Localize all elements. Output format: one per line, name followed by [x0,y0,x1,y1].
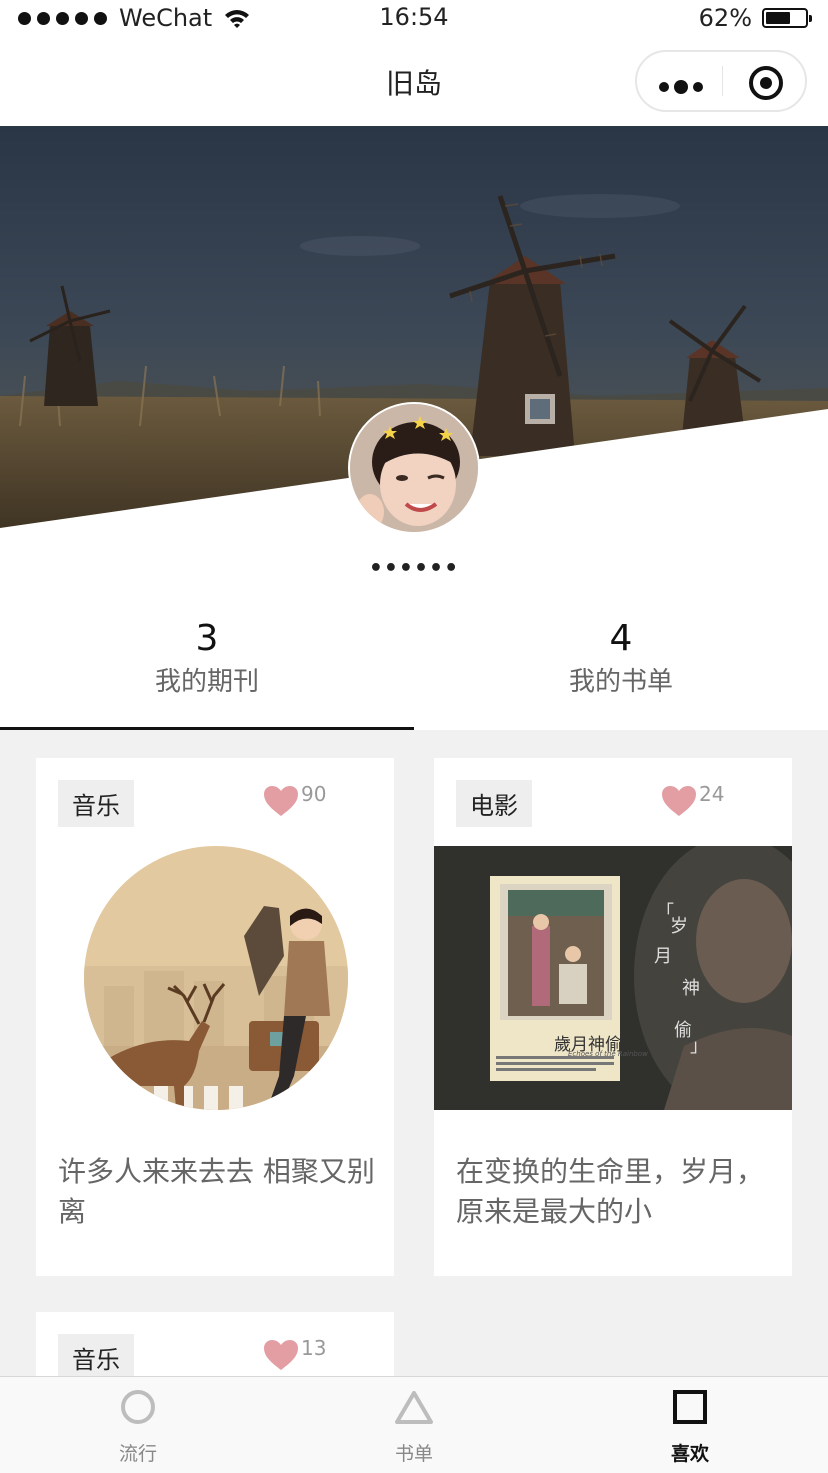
tab-likes[interactable]: 喜欢 [552,1377,828,1473]
classic-card[interactable]: 电影 24 歲月神偷 Echoes of the Rainbow 「 岁 月 神… [434,758,792,1276]
tab-label: 喜欢 [670,1443,709,1465]
close-mini-program-icon[interactable] [749,66,783,100]
battery-icon [762,8,812,28]
circle-icon [121,1390,155,1424]
movie-cover-image: 歲月神偷 Echoes of the Rainbow 「 岁 月 神 偷 」 [434,846,792,1110]
card-type-tag: 音乐 [58,1334,134,1376]
stat-my-journals[interactable]: 3 我的期刊 [0,618,414,698]
more-menu-icon[interactable] [659,80,703,94]
heart-icon[interactable] [262,1338,300,1372]
like-count: 13 [301,1336,327,1360]
classic-card[interactable]: 音乐 90 许多人来来去去 相聚又别离 [36,758,394,1276]
avatar-photo [350,404,478,532]
journal-count: 3 [195,618,219,659]
nav-bar: 旧岛 [0,38,828,126]
status-bar: WeChat 16:54 62% [0,0,828,38]
user-nickname: •••••• [368,556,460,581]
poster-quote-char: 月 [654,946,672,967]
square-icon [673,1390,707,1424]
bottom-tab-bar: 流行 书单 喜欢 [0,1376,828,1473]
mini-program-capsule [635,50,807,112]
battery-percent: 62% [698,4,752,32]
card-type-tag: 音乐 [58,780,134,827]
liked-content-list: 音乐 90 许多人来来去去 相聚又别离 电影 24 歲月神偷 Echoes of… [0,730,828,1376]
music-cover-image [84,846,348,1110]
user-avatar[interactable] [348,402,480,534]
poster-subtitle: Echoes of the Rainbow [568,1050,648,1058]
journal-label: 我的期刊 [154,667,259,697]
triangle-icon [395,1391,433,1424]
card-type-tag: 电影 [456,780,532,827]
stat-my-booklists[interactable]: 4 我的书单 [414,618,828,698]
poster-quote-close: 」 [690,1036,708,1057]
card-content-text: 在变换的生命里，岁月，原来是最大的小 [456,1155,765,1228]
poster-quote-char: 神 [682,978,700,999]
poster-quote-char: 岁 [670,916,688,937]
classic-card[interactable]: 音乐 13 [36,1312,394,1376]
booklist-label: 我的书单 [568,667,673,697]
tab-label: 流行 [118,1443,157,1465]
like-count: 90 [301,782,327,806]
tab-booklist[interactable]: 书单 [276,1377,552,1473]
tab-popular[interactable]: 流行 [0,1377,276,1473]
heart-icon[interactable] [660,784,698,818]
tab-label: 书单 [394,1443,433,1465]
heart-icon[interactable] [262,784,300,818]
card-content-text: 许多人来来去去 相聚又别离 [58,1155,375,1228]
booklist-count: 4 [609,618,633,659]
like-count: 24 [699,782,725,806]
